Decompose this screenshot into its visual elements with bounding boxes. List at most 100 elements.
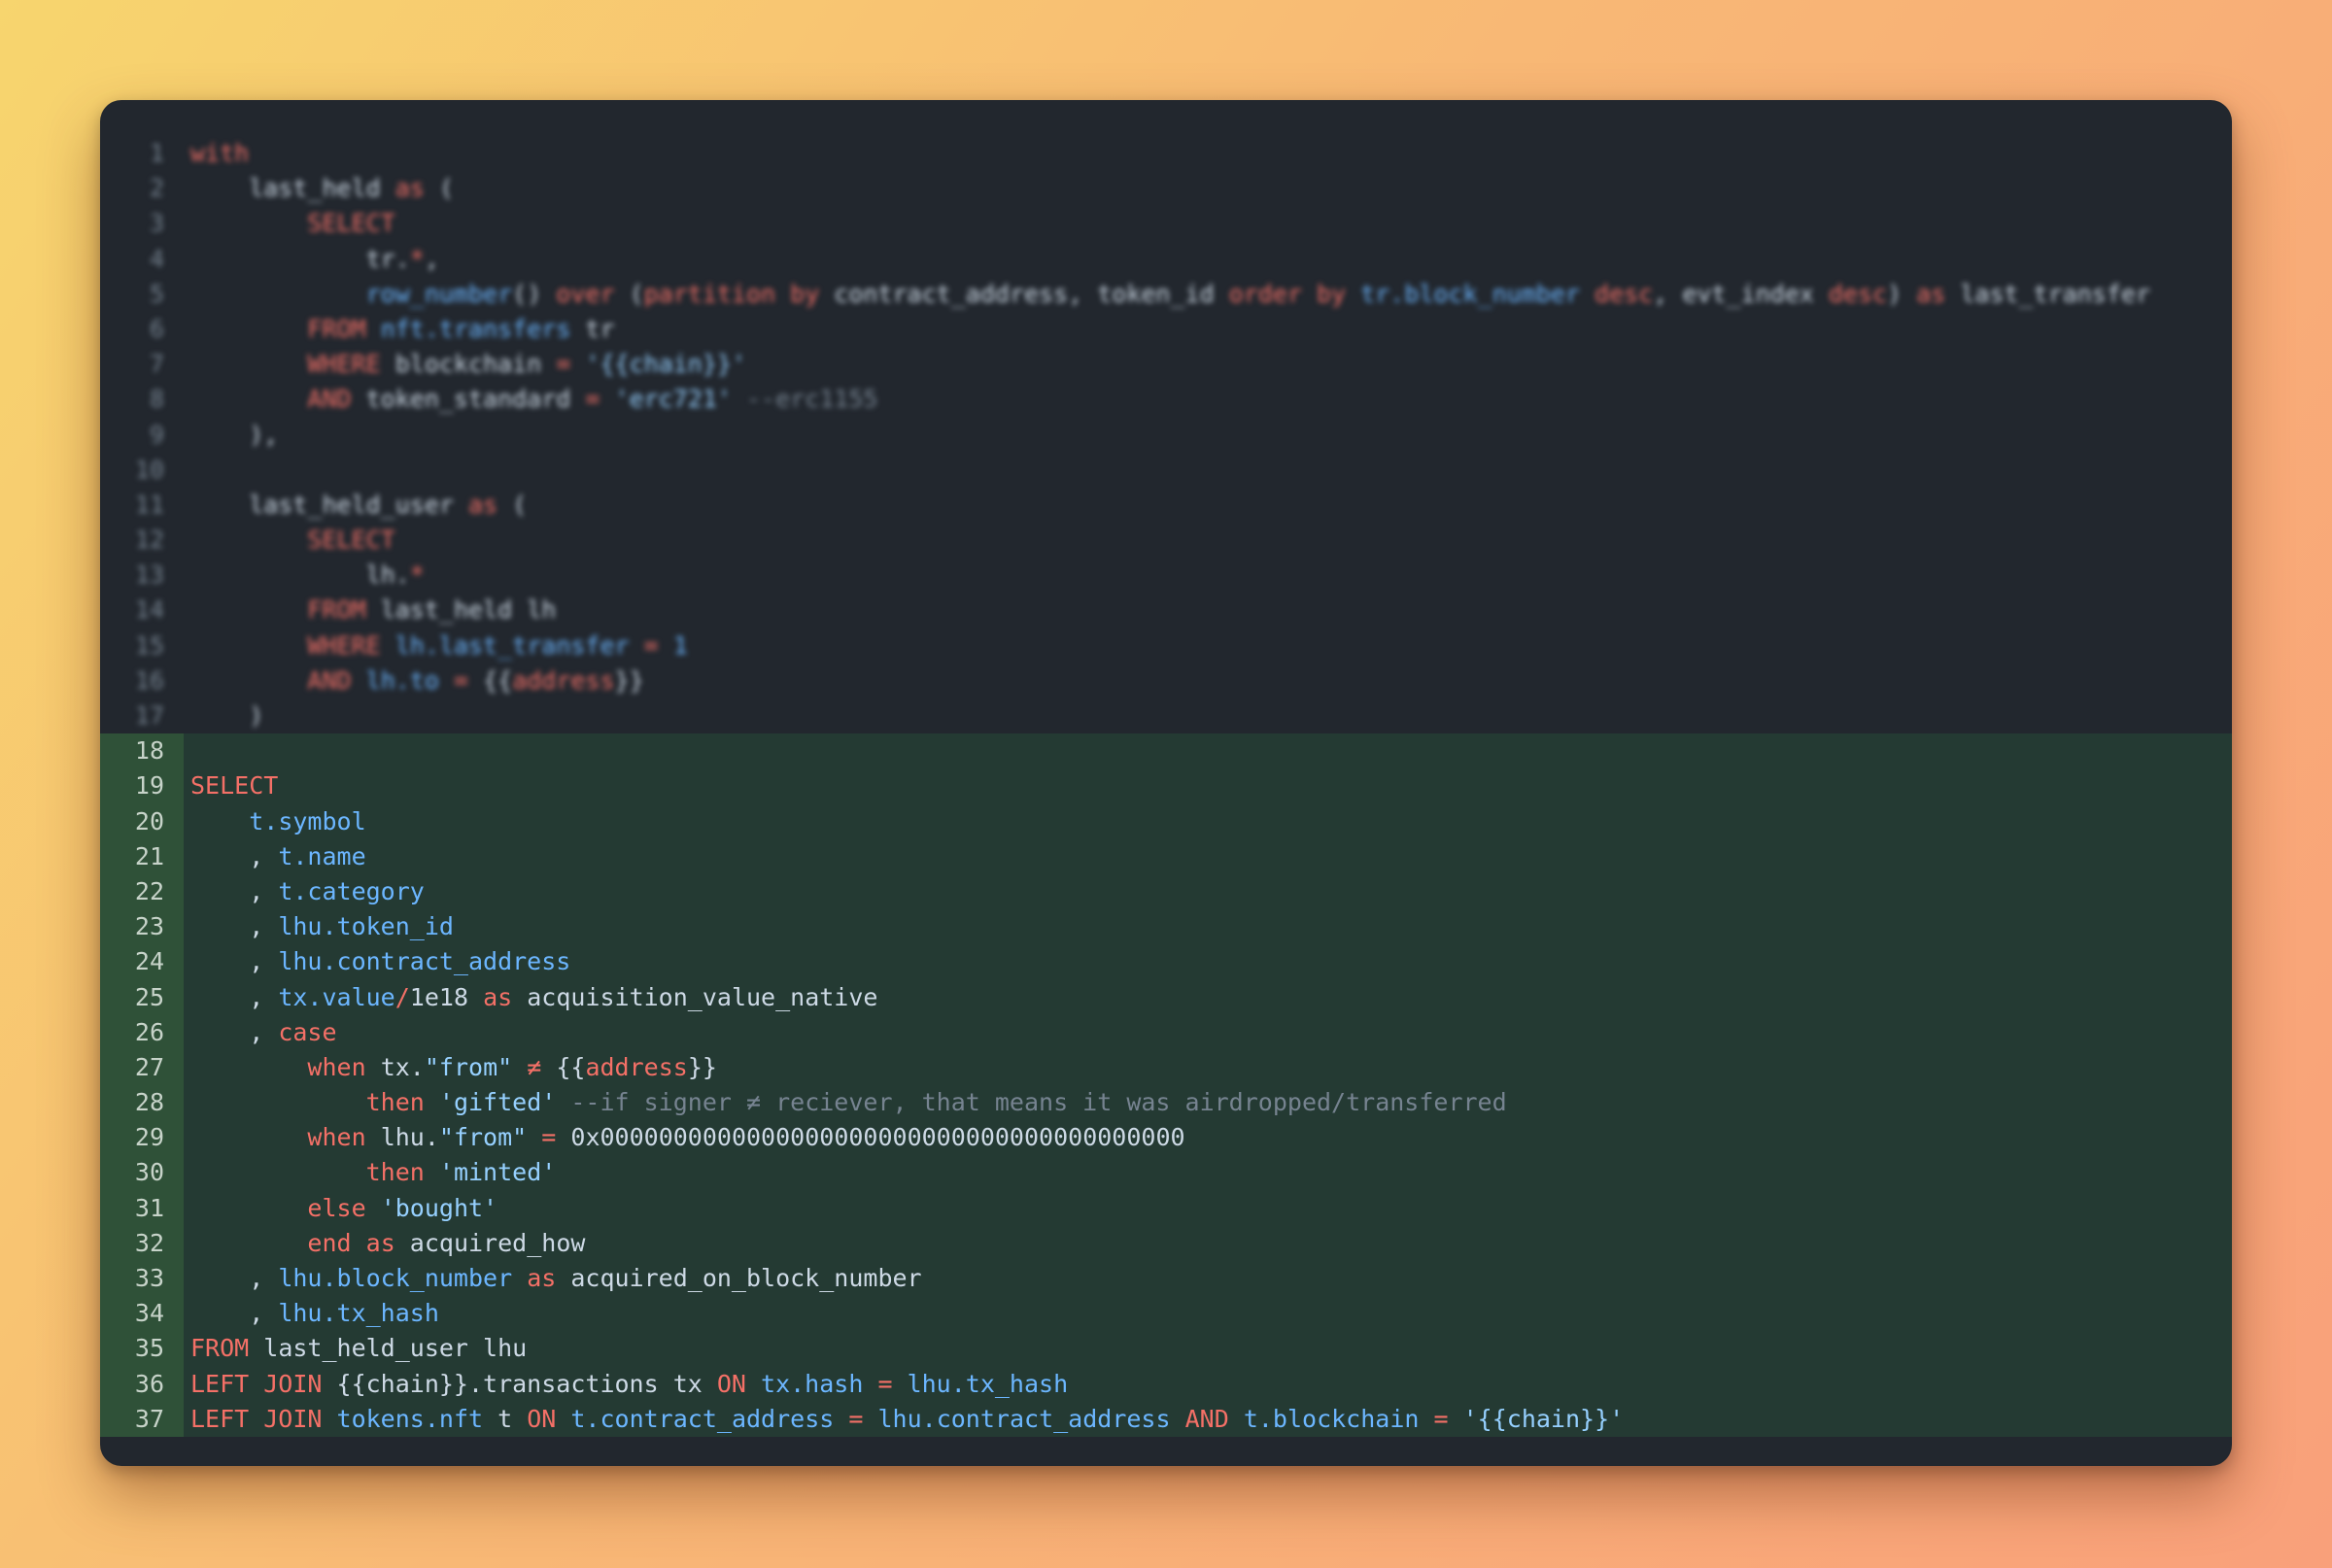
line-number: 21 (100, 838, 184, 874)
code-token: WHERE (307, 350, 381, 379)
code-line[interactable]: 3 SELECT (100, 206, 2232, 241)
line-number: 7 (149, 350, 164, 379)
code-token: = (848, 1404, 864, 1433)
code-line[interactable]: 35 FROM last_held_user lhu (100, 1331, 2232, 1367)
code-line[interactable]: 6 FROM nft.transfers tr (100, 312, 2232, 347)
code-line[interactable]: 19 SELECT (100, 768, 2232, 804)
code-token: '{{chain}}' (585, 350, 747, 379)
line-number: 11 (134, 490, 164, 519)
line-number: 8 (149, 385, 164, 414)
code-token: as (365, 1228, 395, 1257)
code-token: lhu.contract_address (877, 1404, 1171, 1433)
code-token: 'minted' (438, 1158, 557, 1187)
code-line[interactable]: 14 FROM last_held lh (100, 593, 2232, 628)
code-token: row_number (365, 279, 513, 308)
code-line[interactable]: 15 WHERE lh.last_transfer = 1 (100, 629, 2232, 664)
line-number: 1 (149, 139, 164, 167)
code-text: then 'minted' (190, 1155, 557, 1190)
code-line[interactable]: 34 , lhu.tx_hash (100, 1296, 2232, 1332)
code-line[interactable]: 36 LEFT JOIN {{chain}}.transactions tx ON… (100, 1366, 2232, 1402)
code-line[interactable]: 25 , tx.value/1e18 as acquisition_value_… (100, 979, 2232, 1015)
code-line[interactable]: 26 , case (100, 1014, 2232, 1050)
code-token: "from" (424, 1052, 513, 1081)
code-token: ) (190, 701, 264, 730)
code-token: 1e18 (409, 982, 484, 1011)
code-line[interactable]: 22 , t.category (100, 873, 2232, 910)
code-line[interactable]: 30 then 'minted' (100, 1155, 2232, 1191)
code-area[interactable]: 1 with 2 last_held as (3 SELECT 4 tr.*, 5 ro… (100, 136, 2232, 1437)
code-line[interactable]: 2 last_held as ( (100, 171, 2232, 206)
code-token: desc (1595, 279, 1654, 308)
code-token: t.contract_address (570, 1404, 835, 1433)
line-number: 35 (100, 1331, 184, 1367)
code-line[interactable]: 32 end as acquired_how (100, 1225, 2232, 1261)
code-token: last_held_user (190, 490, 468, 519)
code-line[interactable]: 27 when tx."from" ≠ {{address}} (100, 1049, 2232, 1086)
code-token: t.blockchain (1243, 1404, 1420, 1433)
code-line[interactable]: 31 else 'bought' (100, 1190, 2232, 1226)
code-token: acquired_on_block_number (556, 1264, 922, 1292)
line-number: 9 (149, 420, 164, 449)
code-token: FROM (190, 1334, 250, 1363)
code-line[interactable]: 33 , lhu.block_number as acquired_on_blo… (100, 1261, 2232, 1297)
code-line[interactable]: 37 LEFT JOIN tokens.nft t ON t.contract_a… (100, 1401, 2232, 1437)
code-line[interactable]: 4 tr.*, (100, 242, 2232, 277)
code-line[interactable]: 7 WHERE blockchain = '{{chain}}' (100, 347, 2232, 382)
line-number: 34 (100, 1296, 184, 1332)
code-line[interactable]: 1 with (100, 136, 2232, 171)
code-line[interactable]: 17 ) (100, 699, 2232, 733)
code-token: ( (497, 490, 528, 519)
code-token: lhu.token_id (278, 912, 454, 941)
code-token: 'gifted' (438, 1088, 557, 1117)
line-number: 12 (134, 526, 164, 555)
code-line[interactable]: 18 (100, 733, 2232, 769)
code-token: / (394, 982, 410, 1011)
code-token: tr (570, 314, 615, 343)
code-line[interactable]: 29 when lhu."from" = 0x00000000000000000… (100, 1120, 2232, 1156)
code-line[interactable]: 8 AND token_standard = 'erc721' --erc115… (100, 382, 2232, 417)
code-token: , (190, 1017, 279, 1046)
code-line[interactable]: 23 , lhu.token_id (100, 909, 2232, 945)
code-text: ), (190, 418, 278, 453)
code-token: = (585, 385, 600, 414)
code-text: row_number() over (partition by contract… (190, 277, 2150, 312)
code-text: LEFT JOIN tokens.nft t ON t.contract_add… (190, 1402, 1624, 1437)
line-number: 37 (100, 1401, 184, 1437)
code-token: last_held lh (365, 596, 557, 625)
line-number: 10 (134, 455, 164, 484)
code-token: desc (1828, 279, 1888, 308)
line-number: 13 (134, 561, 164, 590)
code-token: contract_address, token_id (819, 279, 1229, 308)
code-line[interactable]: 20 t.symbol (100, 803, 2232, 839)
code-line[interactable]: 28 then 'gifted' --if signer ≠ reciever,… (100, 1085, 2232, 1121)
code-line[interactable]: 12 SELECT (100, 523, 2232, 558)
code-text: , case (190, 1015, 336, 1050)
code-token: lh. (190, 561, 410, 590)
code-line[interactable]: 11 last_held_user as ( (100, 488, 2232, 523)
code-token: as (1916, 279, 1946, 308)
code-line[interactable]: 21 , t.name (100, 838, 2232, 874)
code-text: last_held as ( (190, 171, 454, 206)
code-line[interactable]: 13 lh.* (100, 558, 2232, 593)
code-line[interactable]: 10 (100, 453, 2232, 488)
code-token: = (1433, 1404, 1449, 1433)
code-token: 'erc721' (614, 385, 732, 414)
code-token: token_standard (351, 385, 586, 414)
code-token: LEFT JOIN (190, 1369, 323, 1398)
code-line[interactable]: 24 , lhu.contract_address (100, 944, 2232, 980)
code-token: t.category (278, 876, 425, 905)
line-number: 22 (100, 873, 184, 910)
code-line[interactable]: 16 AND lh.to = {{address}} (100, 664, 2232, 699)
code-line[interactable]: 9 ), (100, 418, 2232, 453)
code-line[interactable]: 5 row_number() over (partition by contra… (100, 277, 2232, 312)
line-number: 32 (100, 1225, 184, 1261)
